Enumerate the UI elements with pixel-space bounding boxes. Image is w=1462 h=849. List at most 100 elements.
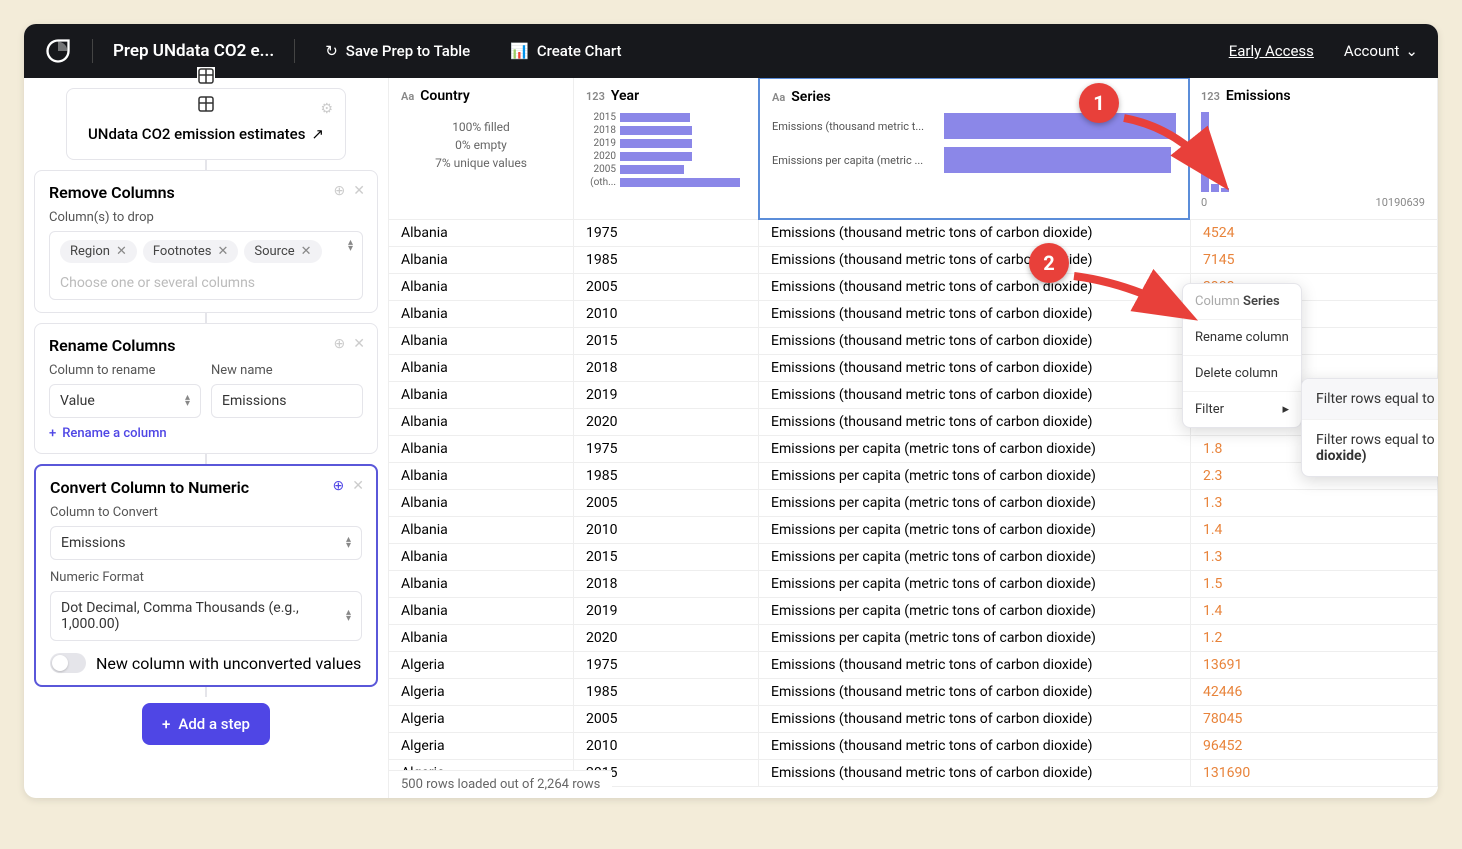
close-icon[interactable]: ✕ (353, 336, 365, 352)
divider (294, 39, 295, 63)
target-icon[interactable]: ⊕ (334, 183, 346, 199)
table-row[interactable]: Albania1975Emissions (thousand metric to… (389, 220, 1438, 247)
table-row[interactable]: Albania2005Emissions per capita (metric … (389, 490, 1438, 517)
cell-year: 1985 (574, 679, 759, 705)
cell-country: Albania (389, 571, 574, 597)
table-row[interactable]: Albania1985Emissions (thousand metric to… (389, 247, 1438, 274)
cell-series: Emissions per capita (metric tons of car… (759, 490, 1191, 516)
step-rename-columns[interactable]: ⊕ ✕ Rename Columns Column to rename Valu… (34, 323, 378, 454)
cell-country: Albania (389, 247, 574, 273)
create-chart-button[interactable]: 📊 Create Chart (500, 36, 631, 66)
table-row[interactable]: Albania2010Emissions per capita (metric … (389, 517, 1438, 544)
topbar: Prep UNdata CO2 e... ↻ Save Prep to Tabl… (24, 24, 1438, 78)
table-row[interactable]: Albania2020Emissions per capita (metric … (389, 625, 1438, 652)
status-bar: 500 rows loaded out of 2,264 rows (389, 770, 612, 798)
table-row[interactable]: Albania2018Emissions per capita (metric … (389, 571, 1438, 598)
filter-option-2[interactable]: Filter rows equal to Emissions per capit… (1302, 420, 1438, 476)
cell-country: Albania (389, 625, 574, 651)
filter-option-1[interactable]: Filter rows equal to Emissions (thousand… (1302, 379, 1438, 420)
account-menu[interactable]: Account ⌄ (1344, 42, 1418, 60)
cell-emissions: 96452 (1191, 733, 1438, 759)
columns-multiselect[interactable]: Region ✕ Footnotes ✕Source ✕ Choose one o… (49, 231, 363, 300)
column-chip[interactable]: Region ✕ (60, 240, 137, 263)
cell-country: Algeria (389, 733, 574, 759)
cell-year: 1975 (574, 436, 759, 462)
table-row[interactable]: Algeria1985Emissions (thousand metric to… (389, 679, 1438, 706)
table-row[interactable]: Albania1985Emissions per capita (metric … (389, 463, 1438, 490)
numeric-format-select[interactable]: Dot Decimal, Comma Thousands (e.g., 1,00… (50, 591, 362, 641)
add-step-button[interactable]: + Add a step (142, 703, 270, 745)
plus-icon: + (162, 715, 170, 733)
cell-emissions: 78045 (1191, 706, 1438, 732)
cell-year: 1975 (574, 652, 759, 678)
cell-series: Emissions (thousand metric tons of carbo… (759, 328, 1191, 354)
cell-series: Emissions (thousand metric tons of carbo… (759, 733, 1191, 759)
cell-series: Emissions (thousand metric tons of carbo… (759, 706, 1191, 732)
field-label: Numeric Format (50, 570, 362, 585)
placeholder: Choose one or several columns (60, 275, 352, 291)
cell-year: 2019 (574, 598, 759, 624)
column-chip[interactable]: Footnotes ✕ (143, 240, 239, 263)
step-title: Convert Column to Numeric (50, 478, 362, 497)
toggle-label: New column with unconverted values (96, 654, 361, 673)
table-row[interactable]: Algeria2010Emissions (thousand metric to… (389, 733, 1438, 760)
cell-year: 2005 (574, 274, 759, 300)
chart-icon: 📊 (510, 42, 529, 60)
gear-icon[interactable]: ⚙ (320, 101, 333, 117)
context-rename[interactable]: Rename column (1183, 320, 1301, 356)
table-row[interactable]: Albania2015Emissions per capita (metric … (389, 544, 1438, 571)
column-select[interactable]: Value ▴▾ (49, 384, 201, 418)
chip-remove-icon[interactable]: ✕ (217, 244, 228, 259)
cell-year: 2019 (574, 382, 759, 408)
cell-country: Albania (389, 598, 574, 624)
field-label: New name (211, 363, 363, 378)
new-name-input[interactable]: Emissions (211, 384, 363, 418)
context-delete[interactable]: Delete column (1183, 356, 1301, 392)
number-type-icon: 123 (1201, 90, 1220, 103)
external-link-icon[interactable]: ↗ (311, 125, 324, 143)
early-access-link[interactable]: Early Access (1229, 42, 1314, 60)
text-type-icon: Aa (401, 90, 414, 103)
column-header-country[interactable]: AaCountry 100% filled 0% empty 7% unique… (389, 78, 574, 219)
table-row[interactable]: Albania2019Emissions per capita (metric … (389, 598, 1438, 625)
table-icon (197, 95, 215, 113)
cell-country: Albania (389, 382, 574, 408)
chip-remove-icon[interactable]: ✕ (116, 244, 127, 259)
target-icon[interactable]: ⊕ (334, 336, 346, 352)
cell-series: Emissions per capita (metric tons of car… (759, 625, 1191, 651)
close-icon[interactable]: ✕ (353, 183, 365, 199)
cell-year: 2015 (574, 328, 759, 354)
cell-country: Albania (389, 220, 574, 246)
table-row[interactable]: Algeria1975Emissions (thousand metric to… (389, 652, 1438, 679)
target-icon[interactable]: ⊕ (333, 478, 345, 494)
step-remove-columns[interactable]: ⊕ ✕ Remove Columns Column(s) to drop Reg… (34, 170, 378, 313)
table-icon (197, 67, 215, 85)
arrow-icon (1119, 108, 1239, 198)
unconverted-toggle[interactable] (50, 653, 86, 673)
table-row[interactable]: Albania1975Emissions per capita (metric … (389, 436, 1438, 463)
main-area: ⚙ UNdata CO2 emission estimates ↗ ⊕ ✕ Re… (24, 78, 1438, 798)
close-icon[interactable]: ✕ (352, 478, 364, 494)
divider (92, 39, 93, 63)
cell-emissions: 7145 (1191, 247, 1438, 273)
step-title: Remove Columns (49, 183, 363, 202)
column-header-year[interactable]: 123Year 20152018201920202005(oth... (574, 78, 759, 219)
cell-year: 1985 (574, 247, 759, 273)
cell-country: Algeria (389, 679, 574, 705)
convert-column-select[interactable]: Emissions ▴▾ (50, 526, 362, 560)
table-row[interactable]: Algeria2005Emissions (thousand metric to… (389, 706, 1438, 733)
add-rename-link[interactable]: + Rename a column (49, 426, 363, 441)
table-area: AaCountry 100% filled 0% empty 7% unique… (389, 78, 1438, 798)
cell-year: 2015 (574, 544, 759, 570)
source-card[interactable]: ⚙ UNdata CO2 emission estimates ↗ (66, 88, 346, 160)
cell-year: 2010 (574, 733, 759, 759)
context-filter[interactable]: Filter ▸ (1183, 392, 1301, 427)
save-prep-button[interactable]: ↻ Save Prep to Table (315, 36, 480, 66)
step-convert-numeric[interactable]: ⊕ ✕ Convert Column to Numeric Column to … (34, 464, 378, 687)
cell-series: Emissions per capita (metric tons of car… (759, 571, 1191, 597)
chip-remove-icon[interactable]: ✕ (301, 244, 312, 259)
cell-emissions: 1.5 (1191, 571, 1438, 597)
cell-emissions: 1.3 (1191, 544, 1438, 570)
callout-1: 1 (1079, 83, 1119, 123)
column-chip[interactable]: Source ✕ (244, 240, 321, 263)
